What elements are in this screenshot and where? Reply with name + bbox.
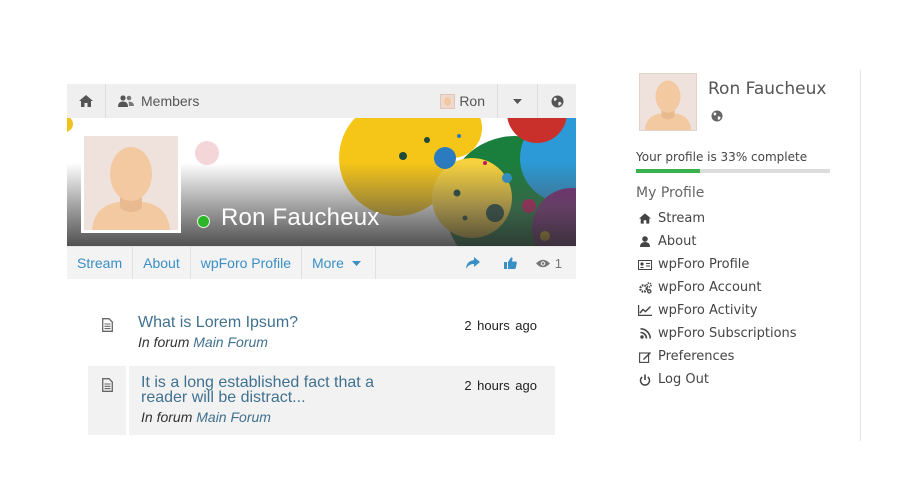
activity-time: 2 hours ago [464, 318, 537, 333]
members-label: Members [141, 93, 200, 109]
activity-forum-link[interactable]: Main Forum [196, 409, 271, 425]
default-avatar-icon [84, 136, 178, 230]
sidebar-item-about[interactable]: About [638, 230, 797, 253]
profile-cover: Ron Faucheux [67, 118, 576, 246]
sidebar-menu: Stream About wpForo Profile wpForo Accou… [638, 207, 797, 391]
eye-icon [535, 259, 550, 267]
sidebar-item-label: wpForo Account [658, 280, 762, 295]
sidebar-item-label: Stream [658, 211, 706, 226]
home-icon [79, 95, 93, 107]
tab-about[interactable]: About [133, 247, 191, 279]
home-button[interactable] [67, 84, 106, 118]
sidebar-language-button[interactable] [711, 109, 723, 127]
default-avatar-icon [640, 74, 696, 130]
views-count: 1 [554, 255, 562, 271]
user-dropdown-toggle[interactable] [498, 84, 538, 118]
share-button[interactable] [454, 247, 492, 279]
activity-title-line: reader will be distract... [141, 389, 306, 406]
user-icon [638, 236, 652, 247]
caret-down-icon [513, 98, 522, 104]
activity-item: What is Lorem Ipsum? In forum Main Forum… [88, 306, 555, 360]
sidebar-user-name[interactable]: Ron Faucheux [708, 79, 826, 99]
document-icon [101, 318, 113, 332]
power-icon [638, 374, 652, 386]
like-button[interactable] [492, 247, 530, 279]
activity-main: It is a long established fact that a rea… [141, 374, 464, 426]
activity-body: It is a long established fact that a rea… [129, 366, 555, 435]
activity-main: What is Lorem Ipsum? In forum Main Forum [138, 315, 464, 351]
sidebar-item-label: wpForo Activity [658, 303, 758, 318]
sidebar-item-label: Log Out [658, 372, 709, 387]
activity-forum-prefix: In forum [141, 409, 193, 425]
rss-icon [638, 328, 652, 339]
user-name-label: Ron [459, 93, 485, 109]
globe-icon [711, 110, 723, 122]
sidebar-item-preferences[interactable]: Preferences [638, 345, 797, 368]
cogs-icon [638, 281, 652, 294]
activity-item: It is a long established fact that a rea… [88, 366, 555, 435]
user-menu-link[interactable]: Ron [440, 84, 498, 118]
activity-title-line: It is a long established fact that a [141, 374, 375, 391]
sidebar-menu-heading: My Profile [636, 185, 705, 201]
tabbar-spacer [376, 247, 454, 279]
sidebar-avatar[interactable] [639, 73, 697, 131]
tab-more-label: More [311, 255, 344, 271]
activity-forum: In forum Main Forum [138, 334, 464, 350]
online-status-indicator [197, 215, 210, 228]
language-button[interactable] [538, 84, 576, 118]
user-mini-avatar [440, 93, 456, 109]
profile-tabbar: Stream About wpForo Profile More 1 [67, 246, 576, 279]
tab-wpforo-profile[interactable]: wpForo Profile [191, 247, 302, 279]
users-icon [118, 95, 134, 107]
sidebar-item-wpforo-profile[interactable]: wpForo Profile [638, 253, 797, 276]
sidebar-item-label: About [658, 234, 697, 249]
sidebar-item-wpforo-account[interactable]: wpForo Account [638, 276, 797, 299]
sidebar-item-label: wpForo Profile [658, 257, 750, 272]
sidebar-item-label: wpForo Subscriptions [658, 326, 797, 341]
sidebar-item-stream[interactable]: Stream [638, 207, 797, 230]
activity-title-link[interactable]: What is Lorem Ipsum? [138, 315, 464, 331]
edit-icon [638, 351, 652, 363]
sidebar-item-wpforo-activity[interactable]: wpForo Activity [638, 299, 797, 322]
id-card-icon [638, 259, 652, 270]
home-icon [638, 213, 652, 224]
thumbs-up-icon [504, 257, 518, 269]
globe-icon [551, 95, 563, 107]
activity-forum: In forum Main Forum [141, 409, 464, 425]
profile-display-name: Ron Faucheux [221, 204, 380, 231]
sidebar-item-log-out[interactable]: Log Out [638, 368, 797, 391]
profile-views: 1 [530, 247, 576, 279]
sidebar-item-wpforo-subscriptions[interactable]: wpForo Subscriptions [638, 322, 797, 345]
profile-completion-text: Your profile is 33% complete [636, 150, 808, 164]
activity-title-link[interactable]: It is a long established fact that a rea… [141, 374, 464, 406]
line-chart-icon [638, 305, 652, 316]
profile-sidebar: Ron Faucheux Your profile is 33% complet… [636, 70, 861, 441]
activity-forum-link[interactable]: Main Forum [193, 334, 268, 350]
activity-icon-cell [88, 366, 126, 435]
activity-forum-prefix: In forum [138, 334, 190, 350]
activity-time: 2 hours ago [464, 378, 537, 393]
document-icon [101, 378, 113, 392]
profile-topbar: Members Ron [67, 84, 576, 118]
profile-completion-fill [636, 169, 701, 173]
profile-completion-bar [636, 169, 830, 173]
profile-avatar[interactable] [81, 133, 181, 233]
members-link[interactable]: Members [106, 84, 199, 118]
tab-stream[interactable]: Stream [67, 247, 134, 279]
share-icon [465, 257, 480, 269]
caret-down-icon [351, 260, 361, 266]
profile-card: Members Ron Ron Faucheux Stream About wp… [67, 84, 576, 279]
sidebar-item-label: Preferences [658, 349, 735, 364]
activity-icon-cell [88, 306, 126, 360]
tab-more[interactable]: More [302, 247, 376, 279]
activity-body: What is Lorem Ipsum? In forum Main Forum… [126, 306, 555, 360]
activity-list: What is Lorem Ipsum? In forum Main Forum… [88, 306, 555, 435]
